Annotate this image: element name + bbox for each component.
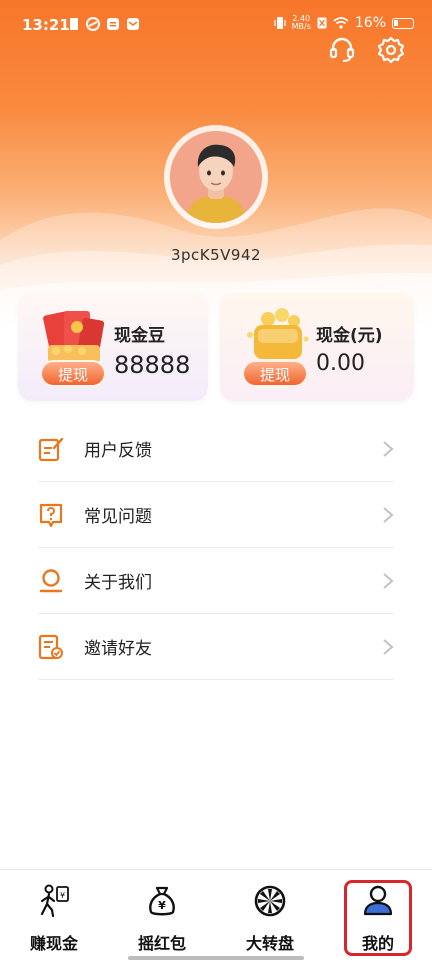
cash-value: 0.00 xyxy=(316,351,365,376)
sim-off-icon xyxy=(317,17,327,29)
mail-notification-icon xyxy=(127,18,139,30)
menu-item-about[interactable]: 关于我们 xyxy=(38,548,394,614)
menu-label-faq: 常见问题 xyxy=(84,507,152,527)
vibrate-icon xyxy=(274,17,286,29)
wifi-icon xyxy=(333,17,349,29)
news-notification-icon xyxy=(107,18,119,30)
cash-label: 现金(元) xyxy=(316,326,383,346)
avatar-illustration xyxy=(170,131,262,223)
cash-balance-card[interactable]: 现金(元) 0.00 提现 xyxy=(220,293,414,401)
status-bar: 13:21 2.40 MB/s 16% xyxy=(0,0,432,48)
status-system-icons: 2.40 MB/s 16% xyxy=(274,15,414,31)
settings-gear-icon[interactable] xyxy=(377,36,405,64)
beans-value: 88888 xyxy=(114,351,191,379)
nav-label-shake-envelope: 摇红包 xyxy=(137,934,186,953)
beans-label: 现金豆 xyxy=(114,326,165,346)
beans-balance-card[interactable]: 现金豆 88888 提现 xyxy=(18,293,208,401)
battery-percent: 16% xyxy=(354,15,386,31)
money-bag-icon: ¥ xyxy=(149,886,175,916)
chevron-right-icon xyxy=(383,573,394,589)
feedback-icon xyxy=(38,437,64,461)
customer-service-icon[interactable] xyxy=(328,36,356,64)
cash-withdraw-button[interactable]: 提现 xyxy=(242,360,308,387)
avatar-ring[interactable] xyxy=(164,125,268,229)
status-notification-icons xyxy=(68,17,140,31)
sim-icon xyxy=(70,18,78,30)
about-icon xyxy=(39,568,63,592)
nav-label-big-wheel: 大转盘 xyxy=(245,934,294,953)
avatar[interactable] xyxy=(170,131,262,223)
username: 3pcK5V942 xyxy=(170,246,262,264)
chevron-right-icon xyxy=(383,639,394,655)
menu-item-feedback[interactable]: 用户反馈 xyxy=(38,416,394,482)
battery-icon xyxy=(392,17,414,29)
menu-label-about: 关于我们 xyxy=(84,573,152,593)
chevron-right-icon xyxy=(383,507,394,523)
faq-icon xyxy=(39,503,63,527)
menu-label-invite: 邀请好友 xyxy=(84,639,152,659)
nav-item-shake-envelope[interactable]: ¥ 摇红包 xyxy=(122,884,202,954)
nav-item-big-wheel[interactable]: 大转盘 xyxy=(230,884,310,954)
beans-withdraw-button[interactable]: 提现 xyxy=(40,360,106,387)
settings-menu: 用户反馈 常见问题 关于我们 邀请好友 xyxy=(38,416,394,680)
app-notification-icon xyxy=(86,17,100,31)
menu-item-invite[interactable]: 邀请好友 xyxy=(38,614,394,680)
svg-text:¥: ¥ xyxy=(158,899,166,912)
walking-person-icon: ¥ xyxy=(40,884,69,918)
svg-text:¥: ¥ xyxy=(60,891,65,900)
wheel-icon xyxy=(254,885,286,917)
nav-item-earn-cash[interactable]: ¥ 赚现金 xyxy=(14,884,94,954)
nav-label-earn-cash: 赚现金 xyxy=(29,934,78,953)
invite-icon xyxy=(38,634,63,659)
active-tab-highlight xyxy=(344,880,412,956)
chevron-right-icon xyxy=(383,441,394,457)
net-speed-unit: MB/s xyxy=(291,22,311,31)
home-indicator[interactable] xyxy=(128,956,304,960)
network-speed: 2.40 MB/s xyxy=(292,15,311,31)
menu-item-faq[interactable]: 常见问题 xyxy=(38,482,394,548)
status-time: 13:21 xyxy=(22,16,70,34)
menu-label-feedback: 用户反馈 xyxy=(84,441,152,461)
